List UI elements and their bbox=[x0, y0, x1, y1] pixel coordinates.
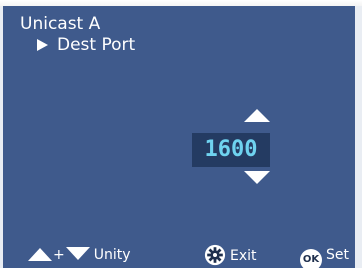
device-screen: Unicast A Dest Port 1600 + Unity Exit OK… bbox=[0, 0, 362, 268]
decrement-arrow-icon[interactable] bbox=[244, 171, 270, 184]
triangle-right-icon bbox=[37, 39, 48, 51]
triangle-down-icon bbox=[65, 247, 90, 260]
unity-plus: + bbox=[53, 247, 65, 263]
set-key[interactable]: OK Set bbox=[300, 244, 349, 268]
submenu-item: Dest Port bbox=[37, 35, 135, 55]
set-label: Set bbox=[326, 247, 349, 263]
exit-key[interactable]: Exit bbox=[204, 244, 257, 266]
port-value: 1600 bbox=[204, 137, 258, 162]
exit-label: Exit bbox=[230, 248, 257, 264]
unity-key[interactable]: + Unity bbox=[28, 244, 131, 266]
menu-title: Unicast A bbox=[20, 14, 101, 34]
ok-circle-icon: OK bbox=[300, 249, 322, 268]
value-editor[interactable]: 1600 bbox=[192, 133, 270, 167]
triangle-up-icon bbox=[28, 248, 52, 261]
soft-key-bar: + Unity Exit OK Set bbox=[0, 244, 362, 268]
gear-icon bbox=[204, 244, 226, 266]
unity-label: Unity bbox=[93, 247, 131, 263]
submenu-label: Dest Port bbox=[57, 35, 136, 55]
increment-arrow-icon[interactable] bbox=[244, 109, 270, 122]
